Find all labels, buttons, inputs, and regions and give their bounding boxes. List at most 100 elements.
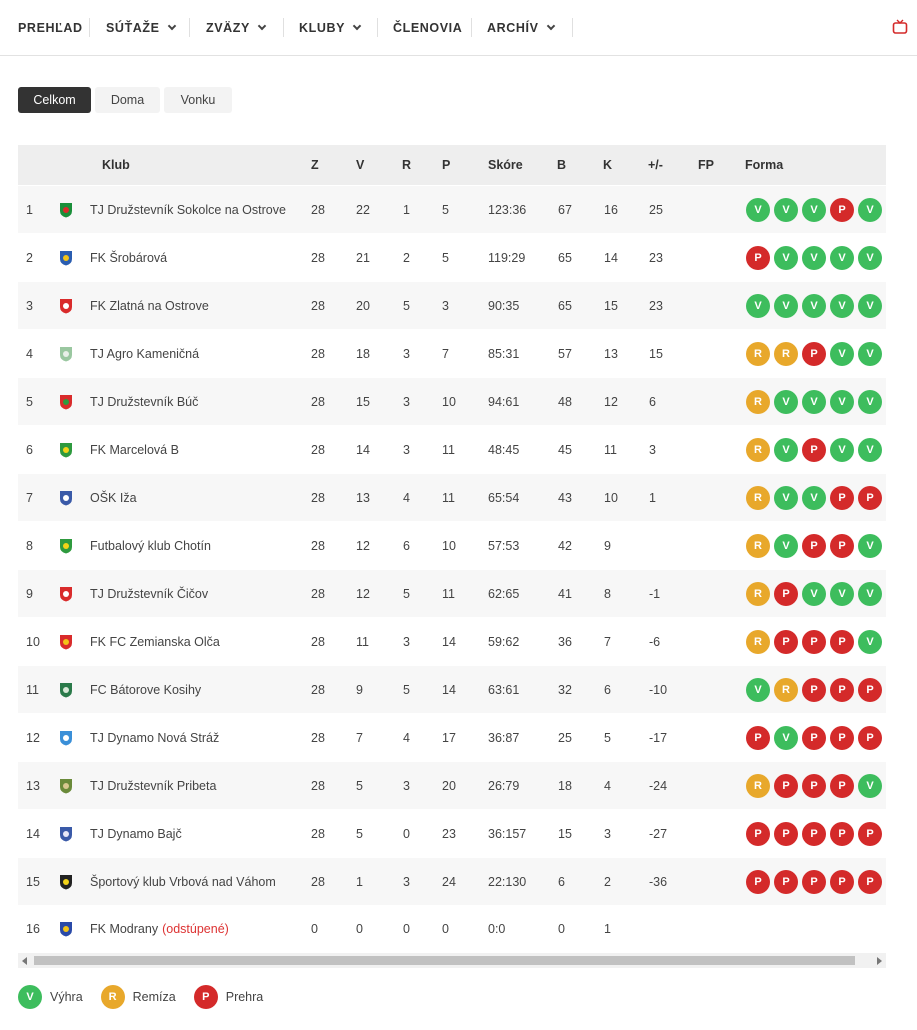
table-row[interactable]: 15 28 1 3 24 22:130 6 2 -36 Športový klub Vrbová … bbox=[18, 857, 886, 905]
table-row[interactable]: 2 28 21 2 5 119:29 65 14 23 FK Šrobárová P V V V V bbox=[18, 233, 886, 281]
header-p[interactable]: P bbox=[442, 145, 450, 185]
nav-zvazy[interactable]: ZVÄZY bbox=[206, 0, 267, 56]
table-row[interactable]: 9 28 12 5 11 62:65 41 8 -1 TJ Družstevník Čičov R P… bbox=[18, 569, 886, 617]
nav-archiv[interactable]: ARCHÍV bbox=[487, 0, 555, 56]
form-badge-loss[interactable]: P bbox=[830, 869, 854, 894]
form-badge-win[interactable]: V bbox=[802, 197, 826, 222]
scroll-right-icon[interactable] bbox=[877, 957, 882, 965]
table-row[interactable]: 14 28 5 0 23 36:157 15 3 -27 TJ Dynamo Bajč P P P P P bbox=[18, 809, 886, 857]
club-name-link[interactable]: FK Šrobárová bbox=[90, 234, 167, 281]
form-badge-loss[interactable]: P bbox=[830, 773, 854, 798]
table-row[interactable]: 8 28 12 6 10 57:53 42 9 Futbalový klub Chotín R V P… bbox=[18, 521, 886, 569]
table-row[interactable]: 1 28 22 1 5 123:36 67 16 25 TJ Družstevník Sokolc… bbox=[18, 185, 886, 233]
club-name-link[interactable]: TJ Družstevník Búč bbox=[90, 378, 198, 425]
table-row[interactable]: 13 28 5 3 20 26:79 18 4 -24 TJ Družstevník Pribet… bbox=[18, 761, 886, 809]
header-diff[interactable]: +/- bbox=[648, 145, 663, 185]
form-badge-draw[interactable]: R bbox=[774, 341, 798, 366]
tab-celkom[interactable]: Celkom bbox=[18, 87, 91, 113]
form-badge-loss[interactable]: P bbox=[830, 821, 854, 846]
club-name-link[interactable]: Športový klub Vrbová nad Váhom bbox=[90, 858, 276, 905]
form-badge-win[interactable]: V bbox=[858, 341, 882, 366]
form-badge-loss[interactable]: P bbox=[802, 725, 826, 750]
form-badge-draw[interactable]: R bbox=[746, 437, 770, 462]
form-badge-win[interactable]: V bbox=[830, 245, 854, 270]
form-badge-loss[interactable]: P bbox=[802, 629, 826, 654]
tv-icon[interactable] bbox=[892, 19, 908, 35]
scroll-thumb[interactable] bbox=[34, 956, 855, 965]
club-name-link[interactable]: TJ Dynamo Nová Stráž bbox=[90, 714, 219, 761]
form-badge-win[interactable]: V bbox=[830, 293, 854, 318]
form-badge-draw[interactable]: R bbox=[746, 389, 770, 414]
form-badge-loss[interactable]: P bbox=[830, 533, 854, 558]
header-b[interactable]: B bbox=[557, 145, 566, 185]
table-row[interactable]: 3 28 20 5 3 90:35 65 15 23 FK Zlatná na Ostrove V V… bbox=[18, 281, 886, 329]
form-badge-win[interactable]: V bbox=[858, 389, 882, 414]
form-badge-loss[interactable]: P bbox=[774, 629, 798, 654]
form-badge-loss[interactable]: P bbox=[830, 725, 854, 750]
form-badge-win[interactable]: V bbox=[858, 629, 882, 654]
table-row[interactable]: 12 28 7 4 17 36:87 25 5 -17 TJ Dynamo Nová Stráž P… bbox=[18, 713, 886, 761]
club-name-link[interactable]: TJ Dynamo Bajč bbox=[90, 810, 182, 857]
table-row[interactable]: 5 28 15 3 10 94:61 48 12 6 TJ Družstevník Búč R V V V… bbox=[18, 377, 886, 425]
form-badge-win[interactable]: V bbox=[858, 245, 882, 270]
club-name-link[interactable]: FK Zlatná na Ostrove bbox=[90, 282, 209, 329]
form-badge-loss[interactable]: P bbox=[746, 821, 770, 846]
form-badge-win[interactable]: V bbox=[774, 389, 798, 414]
form-badge-loss[interactable]: P bbox=[858, 869, 882, 894]
header-score[interactable]: Skóre bbox=[488, 145, 523, 185]
tab-vonku[interactable]: Vonku bbox=[164, 87, 232, 113]
form-badge-loss[interactable]: P bbox=[802, 677, 826, 702]
form-badge-loss[interactable]: P bbox=[774, 821, 798, 846]
form-badge-win[interactable]: V bbox=[774, 197, 798, 222]
club-name-link[interactable]: FK Modrany (odstúpené) bbox=[90, 906, 229, 951]
form-badge-loss[interactable]: P bbox=[830, 197, 854, 222]
table-row[interactable]: 10 28 11 3 14 59:62 36 7 -6 FK FC Zemianska Olča R… bbox=[18, 617, 886, 665]
nav-clenovia[interactable]: ČLENOVIA bbox=[393, 0, 462, 56]
form-badge-loss[interactable]: P bbox=[802, 821, 826, 846]
club-name-link[interactable]: Futbalový klub Chotín bbox=[90, 522, 211, 569]
form-badge-win[interactable]: V bbox=[830, 341, 854, 366]
form-badge-loss[interactable]: P bbox=[802, 773, 826, 798]
form-badge-loss[interactable]: P bbox=[858, 821, 882, 846]
club-name-link[interactable]: TJ Družstevník Čičov bbox=[90, 570, 208, 617]
form-badge-loss[interactable]: P bbox=[802, 341, 826, 366]
form-badge-win[interactable]: V bbox=[802, 293, 826, 318]
header-k[interactable]: K bbox=[603, 145, 612, 185]
form-badge-win[interactable]: V bbox=[802, 245, 826, 270]
table-row[interactable]: 11 28 9 5 14 63:61 32 6 -10 FC Bátorove Kosihy V R P… bbox=[18, 665, 886, 713]
club-name-link[interactable]: FK FC Zemianska Olča bbox=[90, 618, 220, 665]
form-badge-loss[interactable]: P bbox=[858, 485, 882, 510]
form-badge-draw[interactable]: R bbox=[746, 533, 770, 558]
nav-kluby[interactable]: KLUBY bbox=[299, 0, 362, 56]
table-row[interactable]: 6 28 14 3 11 48:45 45 11 3 FK Marcelová BRVPVV bbox=[18, 425, 886, 473]
form-badge-loss[interactable]: P bbox=[830, 677, 854, 702]
form-badge-draw[interactable]: R bbox=[746, 773, 770, 798]
form-badge-loss[interactable]: P bbox=[746, 869, 770, 894]
form-badge-win[interactable]: V bbox=[774, 533, 798, 558]
form-badge-loss[interactable]: P bbox=[858, 677, 882, 702]
scroll-left-icon[interactable] bbox=[22, 957, 27, 965]
nav-sutaze[interactable]: SÚŤAŽE bbox=[106, 0, 176, 56]
form-badge-draw[interactable]: R bbox=[746, 341, 770, 366]
form-badge-draw[interactable]: R bbox=[746, 581, 770, 606]
form-badge-win[interactable]: V bbox=[858, 293, 882, 318]
horizontal-scrollbar[interactable] bbox=[18, 953, 886, 968]
club-name-link[interactable]: TJ Družstevník Pribeta bbox=[90, 762, 216, 809]
form-badge-loss[interactable]: P bbox=[858, 725, 882, 750]
club-name-link[interactable]: FK Marcelová B bbox=[90, 426, 179, 473]
club-name-link[interactable]: OŠK Iža bbox=[90, 474, 137, 521]
form-badge-win[interactable]: V bbox=[858, 197, 882, 222]
nav-prehlad[interactable]: PREHĽAD bbox=[18, 0, 83, 56]
form-badge-loss[interactable]: P bbox=[774, 869, 798, 894]
form-badge-win[interactable]: V bbox=[746, 677, 770, 702]
form-badge-win[interactable]: V bbox=[830, 389, 854, 414]
form-badge-win[interactable]: V bbox=[830, 581, 854, 606]
form-badge-win[interactable]: V bbox=[774, 725, 798, 750]
form-badge-draw[interactable]: R bbox=[746, 629, 770, 654]
header-r[interactable]: R bbox=[402, 145, 411, 185]
form-badge-draw[interactable]: R bbox=[774, 677, 798, 702]
form-badge-win[interactable]: V bbox=[774, 293, 798, 318]
form-badge-win[interactable]: V bbox=[858, 533, 882, 558]
form-badge-win[interactable]: V bbox=[802, 581, 826, 606]
header-fp[interactable]: FP bbox=[698, 145, 714, 185]
